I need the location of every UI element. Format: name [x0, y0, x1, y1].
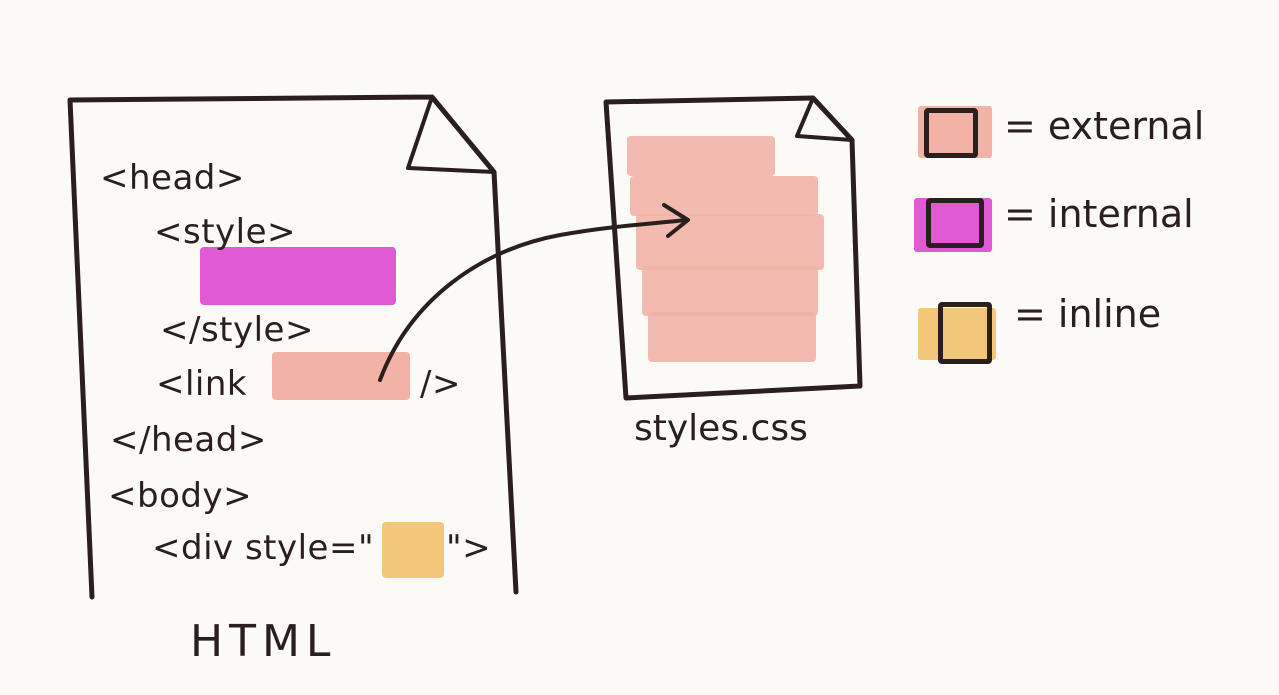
legend-label-inline: = inline [1014, 292, 1162, 336]
inline-swatch [938, 302, 992, 364]
diagram-canvas: <head> <style> </style> <link /> </head>… [0, 0, 1279, 695]
internal-swatch [926, 198, 984, 248]
legend-label-external: = external [1004, 104, 1205, 148]
legend-label-internal: = internal [1004, 192, 1194, 236]
external-swatch [924, 108, 978, 158]
